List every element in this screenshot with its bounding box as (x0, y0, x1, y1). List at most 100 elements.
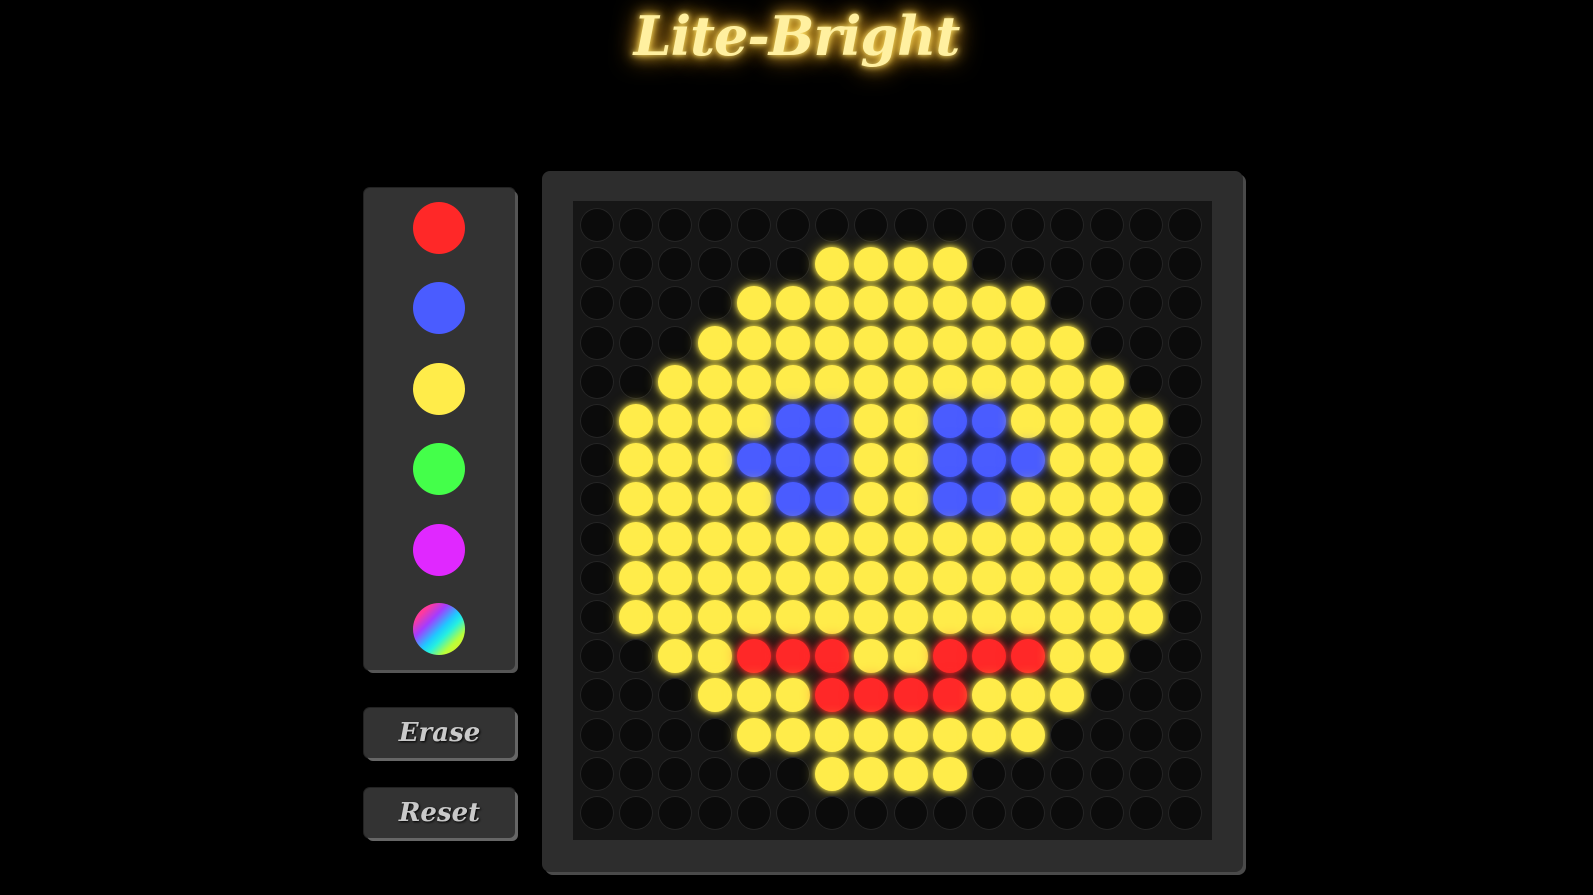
lit-peg[interactable] (1050, 600, 1085, 634)
peg-hole[interactable] (580, 796, 614, 830)
peg-hole[interactable] (619, 208, 654, 242)
lit-peg[interactable] (893, 247, 928, 282)
peg-hole[interactable] (697, 796, 732, 830)
lit-peg[interactable] (736, 443, 771, 478)
erase-button[interactable]: Erase (364, 708, 515, 758)
lit-peg[interactable] (619, 521, 654, 556)
peg-hole[interactable] (1128, 286, 1163, 321)
lit-peg[interactable] (776, 404, 810, 438)
lit-peg[interactable] (697, 482, 732, 517)
peg-hole[interactable] (1168, 325, 1202, 360)
peg-hole[interactable] (1089, 208, 1124, 242)
lit-peg[interactable] (854, 325, 889, 360)
lit-peg[interactable] (736, 482, 771, 517)
lit-peg[interactable] (932, 521, 967, 556)
lit-peg[interactable] (1128, 404, 1163, 438)
lit-peg[interactable] (1128, 600, 1163, 634)
lit-peg[interactable] (697, 560, 732, 595)
peg-hole[interactable] (972, 796, 1006, 830)
peg-hole[interactable] (580, 208, 614, 242)
lit-peg[interactable] (1128, 560, 1163, 595)
peg-hole[interactable] (1128, 678, 1163, 713)
lit-peg[interactable] (815, 756, 850, 791)
peg-hole[interactable] (736, 208, 771, 242)
peg-hole[interactable] (736, 756, 771, 791)
lit-peg[interactable] (972, 482, 1006, 517)
lit-peg[interactable] (1089, 560, 1124, 595)
peg-hole[interactable] (658, 756, 693, 791)
lit-peg[interactable] (776, 639, 810, 674)
color-swatch-yellow[interactable] (413, 363, 465, 415)
lit-peg[interactable] (736, 364, 771, 399)
peg-hole[interactable] (1089, 756, 1124, 791)
lit-peg[interactable] (736, 600, 771, 634)
lit-peg[interactable] (972, 678, 1006, 713)
lit-peg[interactable] (1050, 639, 1085, 674)
lit-peg[interactable] (776, 521, 810, 556)
peg-hole[interactable] (1168, 208, 1202, 242)
lit-peg[interactable] (854, 717, 889, 752)
peg-hole[interactable] (697, 717, 732, 752)
lit-peg[interactable] (1089, 521, 1124, 556)
lit-peg[interactable] (932, 717, 967, 752)
peg-hole[interactable] (1089, 325, 1124, 360)
lit-peg[interactable] (658, 364, 693, 399)
lit-peg[interactable] (619, 560, 654, 595)
peg-hole[interactable] (1128, 247, 1163, 282)
lit-peg[interactable] (815, 404, 850, 438)
peg-hole[interactable] (1050, 756, 1085, 791)
peg-hole[interactable] (1050, 796, 1085, 830)
lit-peg[interactable] (736, 678, 771, 713)
lit-peg[interactable] (972, 560, 1006, 595)
lit-peg[interactable] (776, 286, 810, 321)
peg-hole[interactable] (854, 796, 889, 830)
lit-peg[interactable] (658, 639, 693, 674)
lit-peg[interactable] (893, 443, 928, 478)
peg-hole[interactable] (1089, 247, 1124, 282)
lit-peg[interactable] (932, 325, 967, 360)
lit-peg[interactable] (1050, 364, 1085, 399)
lit-peg[interactable] (1050, 521, 1085, 556)
lit-peg[interactable] (1050, 443, 1085, 478)
lit-peg[interactable] (1128, 443, 1163, 478)
lit-peg[interactable] (619, 600, 654, 634)
peg-hole[interactable] (580, 756, 614, 791)
lit-peg[interactable] (815, 364, 850, 399)
lit-peg[interactable] (815, 247, 850, 282)
color-swatch-green[interactable] (413, 443, 465, 495)
peg-hole[interactable] (1168, 717, 1202, 752)
peg-hole[interactable] (580, 600, 614, 634)
lit-peg[interactable] (697, 364, 732, 399)
lit-peg[interactable] (893, 678, 928, 713)
peg-hole[interactable] (580, 639, 614, 674)
peg-hole[interactable] (1128, 325, 1163, 360)
lit-peg[interactable] (736, 560, 771, 595)
lit-peg[interactable] (893, 325, 928, 360)
peg-hole[interactable] (854, 208, 889, 242)
lit-peg[interactable] (658, 560, 693, 595)
peg-hole[interactable] (658, 325, 693, 360)
lit-peg[interactable] (658, 600, 693, 634)
peg-hole[interactable] (1168, 560, 1202, 595)
peg-hole[interactable] (1050, 717, 1085, 752)
peg-hole[interactable] (1011, 756, 1046, 791)
lit-peg[interactable] (893, 404, 928, 438)
peg-hole[interactable] (1168, 600, 1202, 634)
lit-peg[interactable] (1011, 404, 1046, 438)
lit-peg[interactable] (854, 600, 889, 634)
peg-hole[interactable] (776, 247, 810, 282)
peg-hole[interactable] (1050, 286, 1085, 321)
peg-hole[interactable] (580, 521, 614, 556)
peg-hole[interactable] (1011, 247, 1046, 282)
lit-peg[interactable] (815, 443, 850, 478)
peg-hole[interactable] (658, 678, 693, 713)
peg-hole[interactable] (658, 286, 693, 321)
peg-hole[interactable] (697, 247, 732, 282)
lit-peg[interactable] (972, 521, 1006, 556)
peg-hole[interactable] (932, 208, 967, 242)
lit-peg[interactable] (972, 286, 1006, 321)
peg-hole[interactable] (619, 286, 654, 321)
peg-hole[interactable] (1168, 364, 1202, 399)
lit-peg[interactable] (658, 404, 693, 438)
lit-peg[interactable] (932, 756, 967, 791)
